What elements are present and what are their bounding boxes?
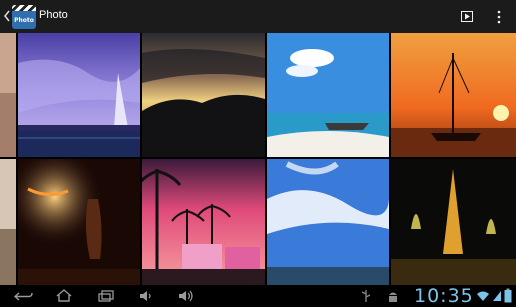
photo-thumbnail-partial[interactable] [0,159,16,285]
play-icon[interactable] [461,11,473,22]
photo-thumbnail[interactable] [18,33,140,157]
photo-thumbnail[interactable] [142,159,265,285]
chevron-left-icon[interactable] [3,10,11,22]
app-icon[interactable]: Photo [12,5,36,29]
photo-thumbnail-partial[interactable] [0,33,16,157]
app-icon-text: Photo [14,17,34,24]
photo-thumbnail[interactable] [267,33,389,157]
usb-icon [361,290,371,302]
back-icon[interactable] [13,291,33,302]
page-title: Photo [39,9,68,21]
photo-thumbnail[interactable] [18,159,140,285]
recent-apps-icon[interactable] [98,290,114,302]
status-clock: 10:35 [414,285,474,307]
more-vertical-icon[interactable] [496,10,502,24]
photo-thumbnail[interactable] [142,33,265,157]
action-bar: Photo Photo [0,0,516,33]
signal-icon [493,291,501,301]
battery-icon [504,288,512,303]
volume-up-icon[interactable] [178,290,194,302]
photo-thumbnail[interactable] [391,33,516,157]
volume-down-icon[interactable] [139,290,153,302]
photo-thumbnail[interactable] [267,159,389,285]
android-debug-icon [389,292,397,302]
photo-thumbnail[interactable] [391,159,516,285]
photo-grid [0,33,516,285]
wifi-icon [477,291,489,301]
system-nav-bar: 10:35 [0,285,516,307]
home-icon[interactable] [55,289,73,302]
clapperboard-icon [12,5,36,11]
